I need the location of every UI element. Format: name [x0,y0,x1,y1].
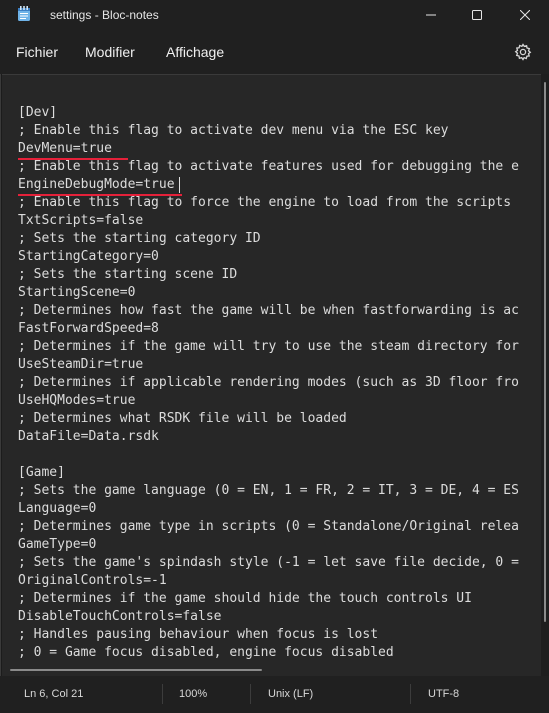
vertical-scroll-thumb[interactable] [544,82,546,622]
editor-line-32: ; 0 = Game focus disabled, engine focus … [18,645,394,660]
editor-line-18: UseHQModes=true [18,393,136,408]
status-encoding: UTF-8 [428,688,460,700]
status-line-endings: Unix (LF) [268,688,314,700]
window-title: settings - Bloc-notes [50,8,159,22]
editor-line-12: StartingScene=0 [18,285,136,300]
editor-line-28: OriginalControls=-1 [18,573,167,588]
editor-line-2: [Dev] [18,105,58,120]
editor-line-31: ; Handles pausing behaviour when focus i… [18,627,379,642]
close-icon [520,10,530,20]
editor-line-14: FastForwardSpeed=8 [18,321,159,336]
horizontal-scrollbar[interactable] [2,666,541,674]
red-underline-devmenu [18,158,128,160]
editor-line-16: UseSteamDir=true [18,357,144,372]
editor-line-3: ; Enable this flag to activate dev menu … [18,123,449,138]
editor-line-29: ; Determines if the game should hide the… [18,591,472,606]
maximize-button[interactable] [454,0,500,30]
notepad-icon [18,6,30,21]
editor-line-24: Language=0 [18,501,97,516]
menu-view[interactable]: Affichage [166,44,224,60]
close-button[interactable] [502,0,548,30]
text-caret [179,177,180,193]
minimize-button[interactable] [408,0,454,30]
status-separator [162,684,163,704]
editor-line-15: ; Determines if the game will try to use… [18,339,519,354]
minimize-icon [426,14,436,16]
red-underline-enginedebugmode [18,194,182,196]
editor-line-9: ; Sets the starting category ID [18,231,261,246]
status-zoom: 100% [179,688,208,700]
editor-line-8: TxtScripts=false [18,213,144,228]
vertical-scrollbar[interactable] [541,74,549,676]
status-bar: Ln 6, Col 21 100% Unix (LF) UTF-8 [0,676,549,713]
editor-line-7: ; Enable this flag to force the engine t… [18,195,512,210]
editor-line-10: StartingCategory=0 [18,249,159,264]
maximize-icon [472,10,482,20]
menu-file[interactable]: Fichier [16,44,58,60]
editor-line-5: ; Enable this flag to activate features … [18,159,519,174]
editor-line-22: [Game] [18,465,65,480]
menu-edit[interactable]: Modifier [85,44,135,60]
title-bar[interactable]: settings - Bloc-notes [0,0,549,30]
editor-line-30: DisableTouchControls=false [18,609,222,624]
editor-line-4: DevMenu=true [18,141,112,156]
editor-line-17: ; Determines if applicable rendering mod… [18,375,519,390]
editor-line-6: EngineDebugMode=true [18,177,175,192]
editor-line-13: ; Determines how fast the game will be w… [18,303,519,318]
status-separator [410,684,411,704]
editor-line-11: ; Sets the starting scene ID [18,267,238,282]
text-editor[interactable]: [Dev] ; Enable this flag to activate dev… [2,74,543,677]
window-border-left [0,0,1,713]
editor-line-27: ; Sets the game's spindash style (-1 = l… [18,555,519,570]
status-cursor-position: Ln 6, Col 21 [24,688,84,700]
editor-line-19: ; Determines what RSDK file will be load… [18,411,347,426]
editor-line-23: ; Sets the game language (0 = EN, 1 = FR… [18,483,519,498]
status-separator [250,684,251,704]
editor-line-20: DataFile=Data.rsdk [18,429,159,444]
editor-line-25: ; Determines game type in scripts (0 = S… [18,519,519,534]
menu-bar: Fichier Modifier Affichage [0,30,549,74]
settings-gear-icon[interactable] [514,43,532,61]
editor-line-26: GameType=0 [18,537,97,552]
horizontal-scroll-thumb[interactable] [10,669,262,671]
